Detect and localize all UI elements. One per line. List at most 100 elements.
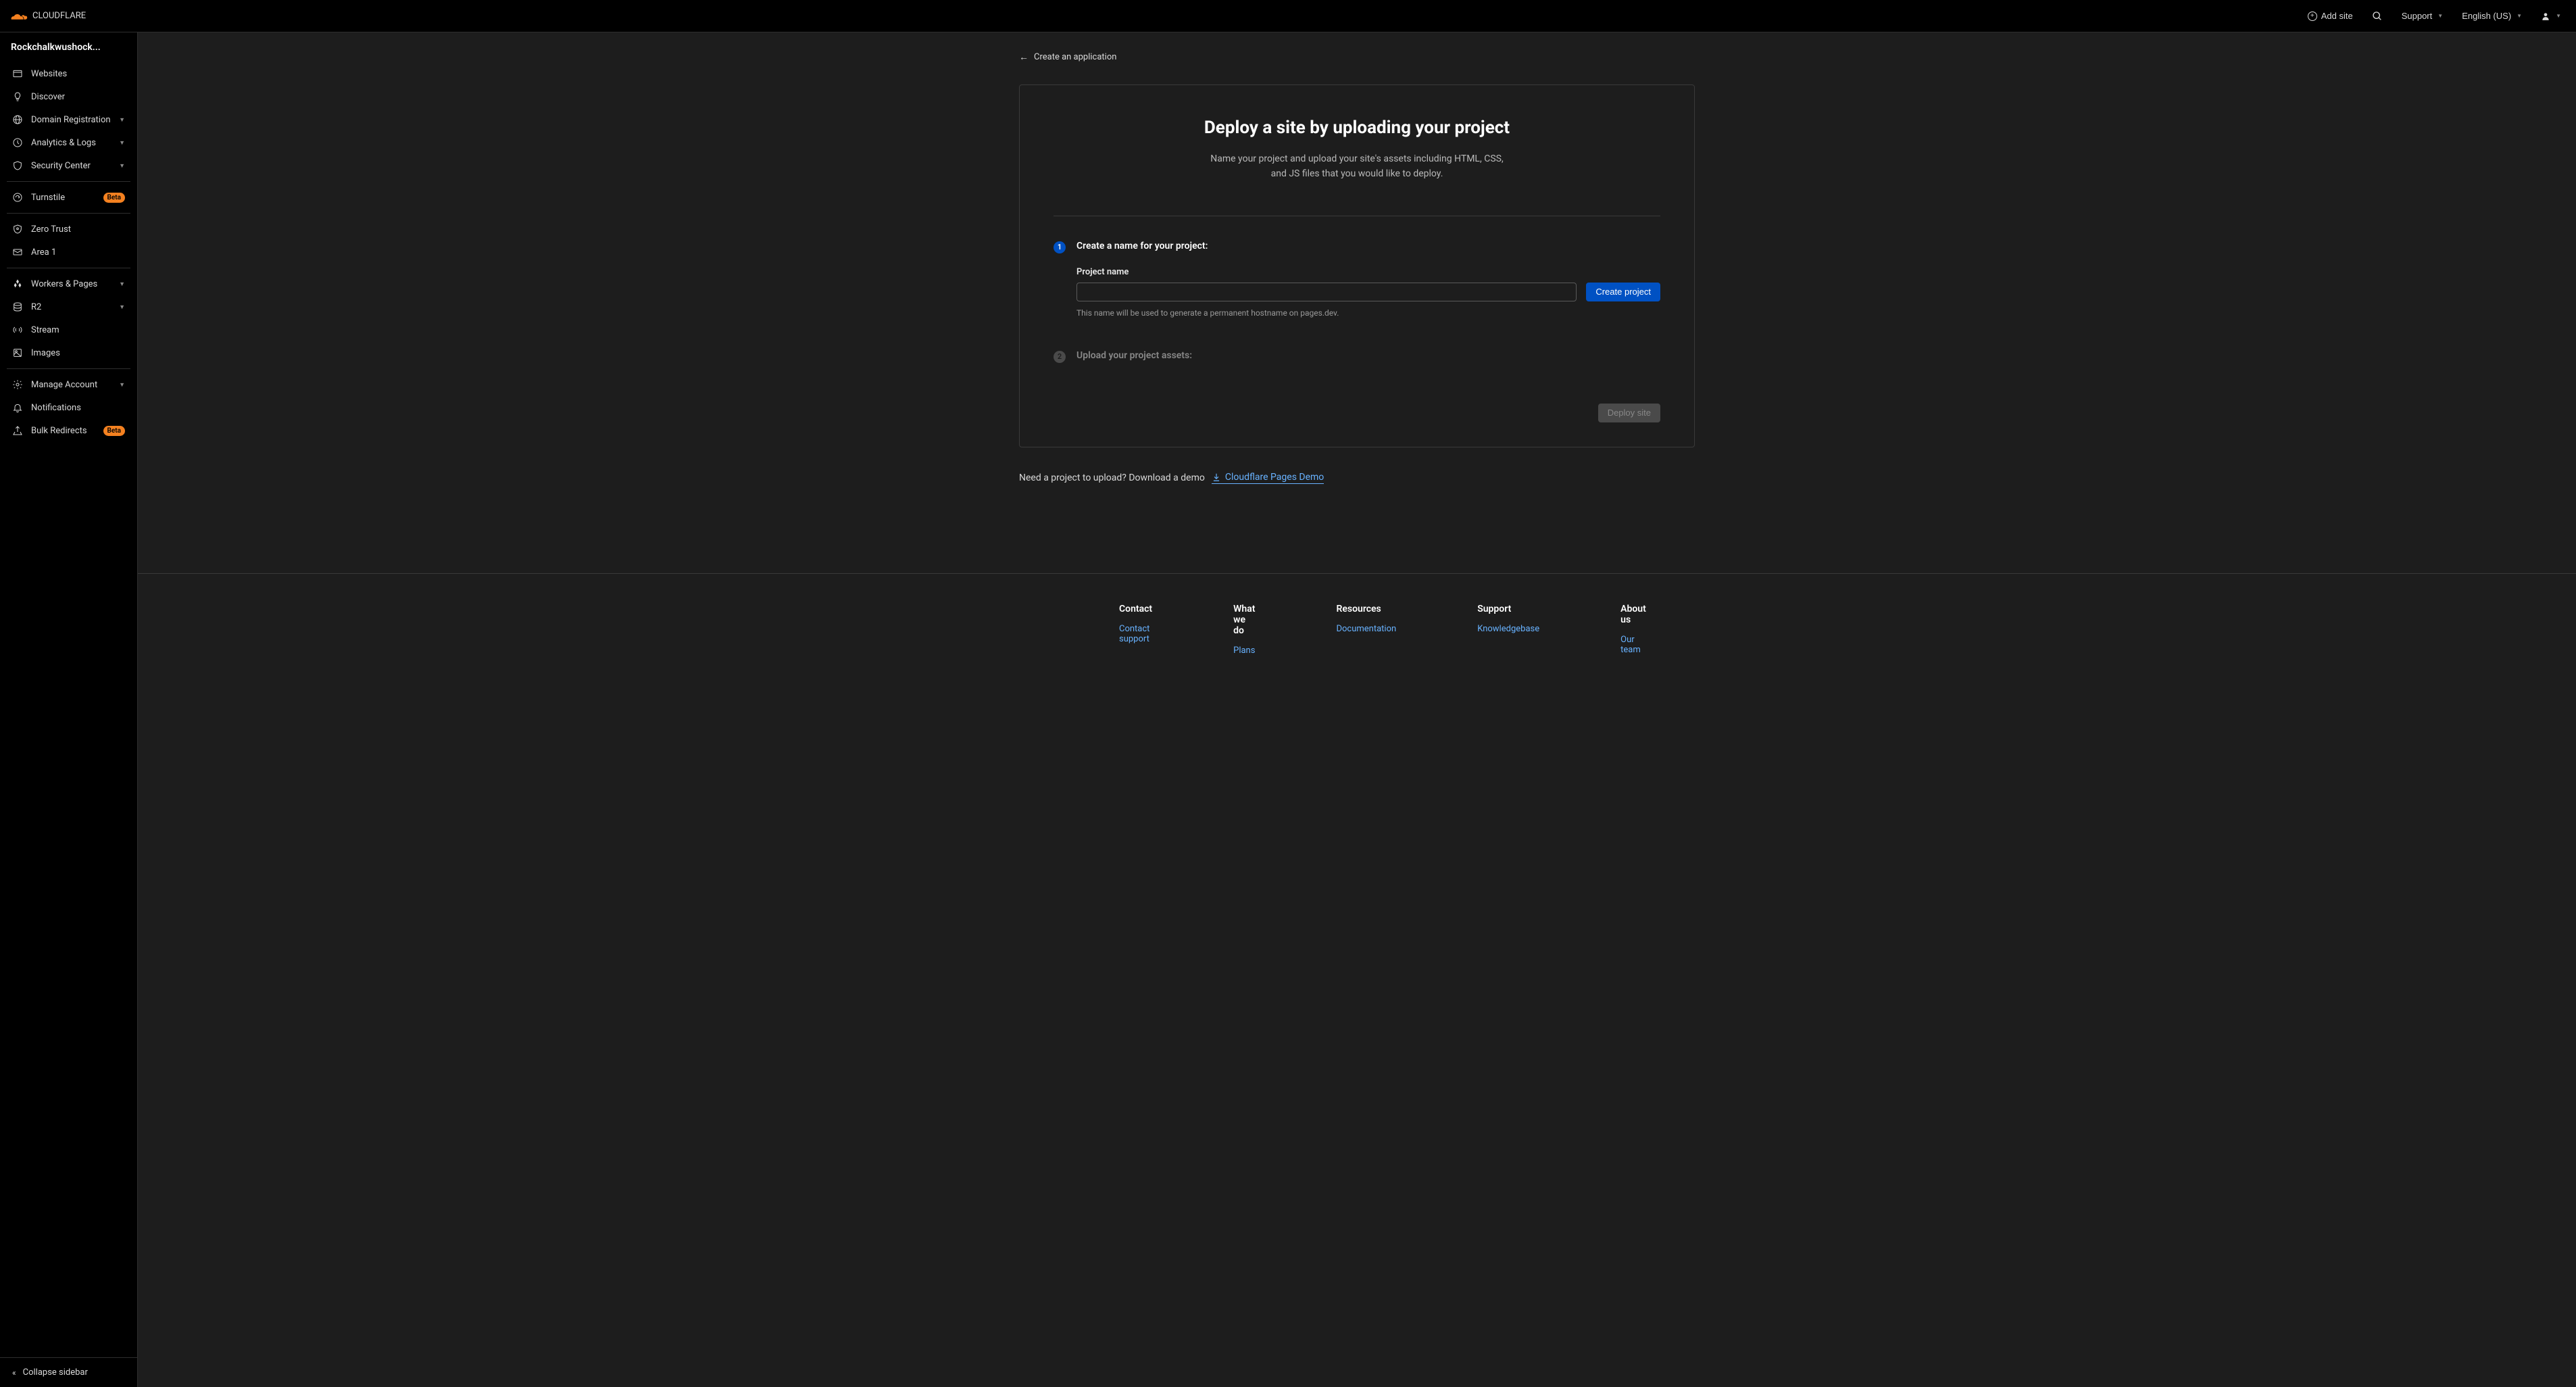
chevron-down-icon: ▼ xyxy=(119,303,125,311)
arrow-left-icon: ← xyxy=(1019,51,1029,63)
sidebar-item-turnstile[interactable]: Turnstile Beta xyxy=(7,186,130,209)
footer-col-contact: Contact Contact support xyxy=(1119,604,1152,656)
nav-label: Security Center xyxy=(31,161,111,171)
sidebar-item-security-center[interactable]: Security Center ▼ xyxy=(7,154,130,177)
chevron-down-icon: ▼ xyxy=(119,116,125,124)
support-dropdown[interactable]: Support ▼ xyxy=(2395,7,2450,25)
footer-col-resources: Resources Documentation xyxy=(1336,604,1396,656)
footer-title: Contact xyxy=(1119,604,1152,614)
deploy-card: Deploy a site by uploading your project … xyxy=(1019,84,1695,447)
nav-label: R2 xyxy=(31,302,111,312)
globe-icon xyxy=(12,114,23,125)
demo-row: Need a project to upload? Download a dem… xyxy=(1019,472,1695,484)
footer-link-documentation[interactable]: Documentation xyxy=(1336,624,1396,634)
sidebar-item-domain-registration[interactable]: Domain Registration ▼ xyxy=(7,108,130,131)
step-2-title: Upload your project assets: xyxy=(1076,350,1192,363)
logo[interactable]: CLOUDFLARE xyxy=(8,8,86,24)
sidebar-item-r2[interactable]: R2 ▼ xyxy=(7,295,130,318)
sidebar-item-bulk-redirects[interactable]: Bulk Redirects Beta xyxy=(7,419,130,442)
sidebar-item-workers-pages[interactable]: Workers & Pages ▼ xyxy=(7,272,130,295)
chevron-down-icon: ▼ xyxy=(119,139,125,147)
beta-badge: Beta xyxy=(103,193,125,203)
demo-text: Need a project to upload? Download a dem… xyxy=(1019,472,1205,483)
nav-label: Area 1 xyxy=(31,247,125,258)
footer-title: About us xyxy=(1620,604,1646,625)
support-label: Support xyxy=(2402,11,2433,21)
nav-label: Images xyxy=(31,348,125,358)
sidebar-item-notifications[interactable]: Notifications xyxy=(7,396,130,419)
sidebar-item-area-1[interactable]: Area 1 xyxy=(7,241,130,264)
redirect-icon xyxy=(12,425,23,436)
nav-divider xyxy=(7,368,130,369)
project-name-input[interactable] xyxy=(1076,283,1577,301)
storage-icon xyxy=(12,301,23,312)
collapse-sidebar-button[interactable]: « Collapse sidebar xyxy=(0,1357,137,1387)
nav-label: Zero Trust xyxy=(31,224,125,235)
footer-col-support: Support Knowledgebase xyxy=(1477,604,1539,656)
sidebar-item-analytics-logs[interactable]: Analytics & Logs ▼ xyxy=(7,131,130,154)
nav-label: Domain Registration xyxy=(31,115,111,125)
workers-icon xyxy=(12,278,23,289)
footer-link-contact-support[interactable]: Contact support xyxy=(1119,624,1149,644)
step-1-header: 1 Create a name for your project: xyxy=(1054,241,1660,253)
nav-divider xyxy=(7,213,130,214)
sidebar-item-zero-trust[interactable]: Zero Trust xyxy=(7,218,130,241)
shield-icon xyxy=(12,160,23,171)
footer-title: What we do xyxy=(1233,604,1255,636)
step-1-body: Project name Create project This name wi… xyxy=(1076,267,1660,318)
demo-download-link[interactable]: Cloudflare Pages Demo xyxy=(1212,472,1324,484)
account-name[interactable]: Rockchalkwushock... xyxy=(0,32,137,62)
project-name-help: This name will be used to generate a per… xyxy=(1076,308,1660,318)
nav-label: Notifications xyxy=(31,403,125,413)
card-subtitle: Name your project and upload your site's… xyxy=(1202,151,1512,182)
sidebar-item-discover[interactable]: Discover xyxy=(7,85,130,108)
nav: Websites Discover Domain Registration ▼ … xyxy=(0,62,137,1357)
footer-link-our-team[interactable]: Our team xyxy=(1620,635,1641,655)
chevron-down-icon: ▼ xyxy=(119,281,125,288)
chevron-down-icon: ▼ xyxy=(119,162,125,170)
cloudflare-logo-icon xyxy=(8,8,30,24)
gear-icon xyxy=(12,379,23,390)
download-icon xyxy=(1212,472,1221,482)
chevron-down-icon: ▼ xyxy=(119,381,125,389)
nav-label: Stream xyxy=(31,325,125,335)
sidebar-item-images[interactable]: Images xyxy=(7,341,130,364)
sidebar-item-stream[interactable]: Stream xyxy=(7,318,130,341)
bell-icon xyxy=(12,402,23,413)
nav-label: Bulk Redirects xyxy=(31,426,95,436)
add-site-label: Add site xyxy=(2321,11,2353,21)
sidebar-item-websites[interactable]: Websites xyxy=(7,62,130,85)
search-icon xyxy=(2372,11,2383,22)
back-link[interactable]: ← Create an application xyxy=(1019,51,1116,63)
turnstile-icon xyxy=(12,192,23,203)
nav-label: Discover xyxy=(31,92,125,102)
nav-label: Workers & Pages xyxy=(31,279,111,289)
zero-trust-icon xyxy=(12,224,23,235)
sidebar: Rockchalkwushock... Websites Discover Do… xyxy=(0,32,138,1387)
footer-link-plans[interactable]: Plans xyxy=(1233,646,1255,656)
header: CLOUDFLARE + Add site Support ▼ English … xyxy=(0,0,2576,32)
nav-label: Manage Account xyxy=(31,380,111,390)
footer-col-about-us: About us Our team xyxy=(1620,604,1646,656)
caret-down-icon: ▼ xyxy=(2437,13,2443,19)
header-actions: + Add site Support ▼ English (US) ▼ ▼ xyxy=(2301,7,2568,26)
card-title: Deploy a site by uploading your project xyxy=(1054,118,1660,138)
caret-down-icon: ▼ xyxy=(2517,13,2522,19)
deploy-site-button[interactable]: Deploy site xyxy=(1598,404,1660,422)
add-site-button[interactable]: + Add site xyxy=(2301,7,2360,25)
footer-title: Resources xyxy=(1336,604,1396,614)
nav-divider xyxy=(7,181,130,182)
images-icon xyxy=(12,347,23,358)
step-badge-1: 1 xyxy=(1054,241,1066,253)
collapse-icon: « xyxy=(12,1368,16,1378)
language-dropdown[interactable]: English (US) ▼ xyxy=(2455,7,2529,25)
search-button[interactable] xyxy=(2365,7,2389,26)
sidebar-item-manage-account[interactable]: Manage Account ▼ xyxy=(7,373,130,396)
mail-icon xyxy=(12,247,23,258)
create-project-button[interactable]: Create project xyxy=(1586,283,1660,301)
user-menu[interactable]: ▼ xyxy=(2534,7,2568,25)
beta-badge: Beta xyxy=(103,426,125,436)
footer-link-knowledgebase[interactable]: Knowledgebase xyxy=(1477,624,1539,634)
plus-icon: + xyxy=(2308,11,2317,21)
demo-link-label: Cloudflare Pages Demo xyxy=(1225,472,1324,483)
